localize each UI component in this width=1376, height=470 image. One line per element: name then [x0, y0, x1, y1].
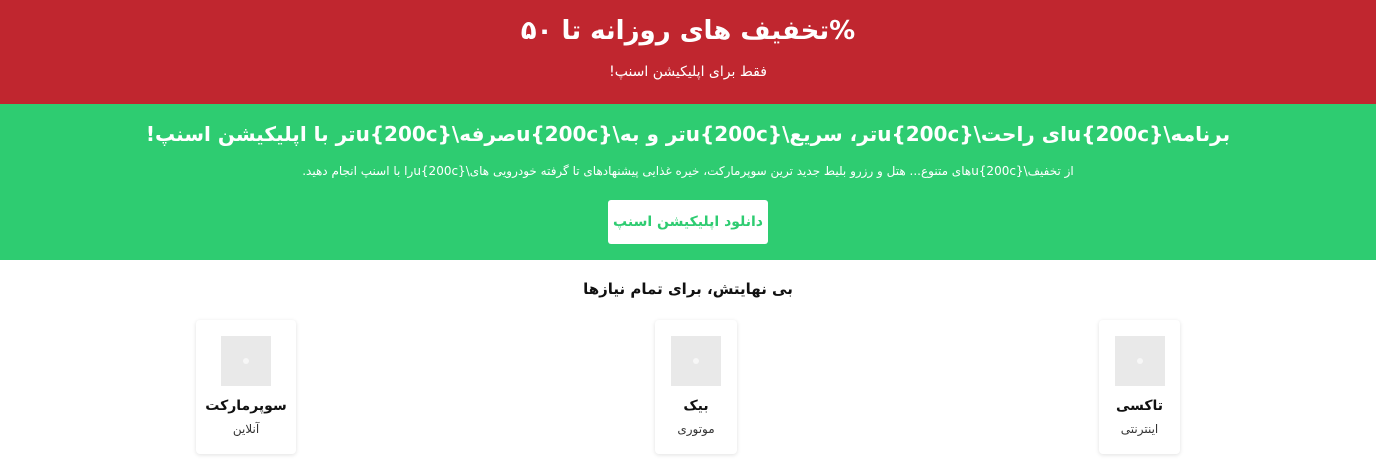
- service-subtitle: آنلاین: [232, 422, 260, 436]
- promo-subtitle: فقط برای اپلیکیشن اسنپ!: [609, 64, 767, 80]
- bike-image-icon: [671, 336, 721, 386]
- promo-banner: %تخفیف های روزانه تا ۵۰ فقط برای اپلیکیش…: [0, 0, 1376, 104]
- services-title: بی نهایتش، برای تمام نیازها: [583, 280, 793, 298]
- service-name: بیک: [683, 398, 709, 414]
- app-banner-heading: برنامه\u{200c}ای راحت\u{200c}تر، سریع\u{…: [145, 122, 1231, 146]
- service-name: تاکسی: [1115, 398, 1164, 414]
- service-subtitle: اینترنتی: [1120, 422, 1159, 436]
- app-banner-description: از تخفیف\u{200c}های متنوع... هتل و رزرو …: [302, 164, 1074, 178]
- service-card-bike[interactable]: بیک موتوری: [655, 320, 737, 454]
- app-download-banner: برنامه\u{200c}ای راحت\u{200c}تر، سریع\u{…: [0, 104, 1376, 260]
- promo-title: %تخفیف های روزانه تا ۵۰: [520, 16, 856, 46]
- supermarket-image-icon: [221, 336, 271, 386]
- download-app-button[interactable]: دانلود اپلیکیشن اسنپ: [608, 200, 768, 244]
- service-card-taxi[interactable]: تاکسی اینترنتی: [1099, 320, 1180, 454]
- service-subtitle: موتوری: [677, 422, 715, 436]
- taxi-image-icon: [1114, 336, 1165, 386]
- service-name: سوپرمارکت: [205, 398, 287, 414]
- service-card-supermarket[interactable]: سوپرمارکت آنلاین: [196, 320, 296, 454]
